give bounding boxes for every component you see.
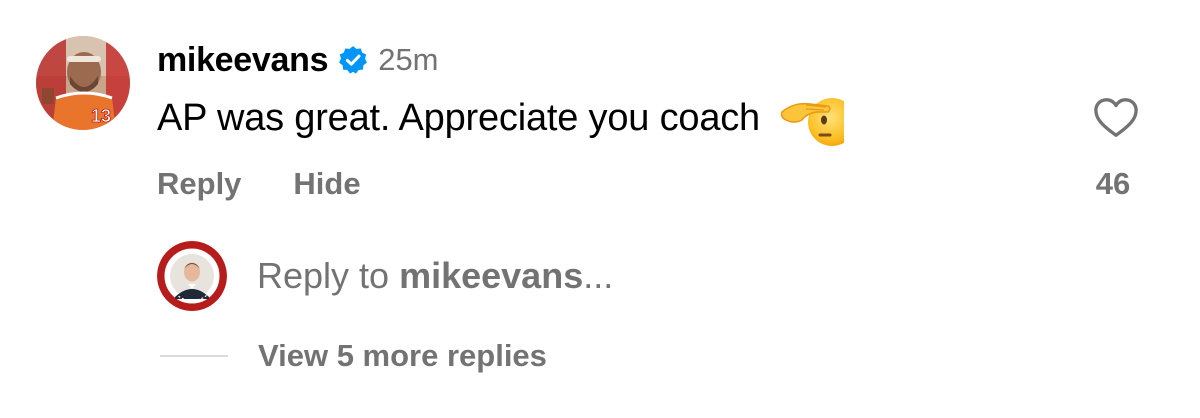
reply-composer: Reply to mikeevans... — [157, 241, 613, 311]
username[interactable]: mikeevans — [157, 41, 329, 80]
comment-timestamp: 25m — [378, 42, 439, 77]
reply-placeholder-prefix: Reply to — [257, 255, 400, 296]
view-more-replies-label: View 5 more replies — [258, 338, 547, 373]
commenter-avatar-image: 13 — [36, 36, 130, 130]
comment-actions: Reply Hide — [157, 162, 361, 206]
comment-header: mikeevans 25m — [157, 36, 439, 84]
heart-outline-icon[interactable] — [1093, 96, 1139, 140]
comment-text: AP was great. Appreciate you coach — [157, 96, 760, 139]
saluting-face-emoji-icon — [776, 90, 844, 146]
current-user-avatar — [157, 241, 227, 311]
commenter-avatar[interactable]: 13 — [36, 36, 130, 130]
verified-badge-icon — [338, 45, 368, 75]
like-count: 46 — [1095, 166, 1131, 201]
jersey-number: 13 — [91, 106, 111, 126]
reply-button[interactable]: Reply — [157, 166, 241, 202]
reply-placeholder-user: mikeevans — [399, 255, 584, 296]
view-more-replies-button[interactable]: View 5 more replies — [160, 334, 547, 378]
comment-container: 13 mikeevans 25m AP was great. Appreciat… — [0, 0, 1200, 418]
hide-button[interactable]: Hide — [293, 166, 360, 202]
reply-input[interactable]: Reply to mikeevans... — [257, 255, 613, 297]
reply-placeholder-suffix: ... — [583, 255, 614, 296]
comment-body: AP was great. Appreciate you coach — [157, 90, 844, 146]
thread-divider-line — [160, 355, 228, 357]
